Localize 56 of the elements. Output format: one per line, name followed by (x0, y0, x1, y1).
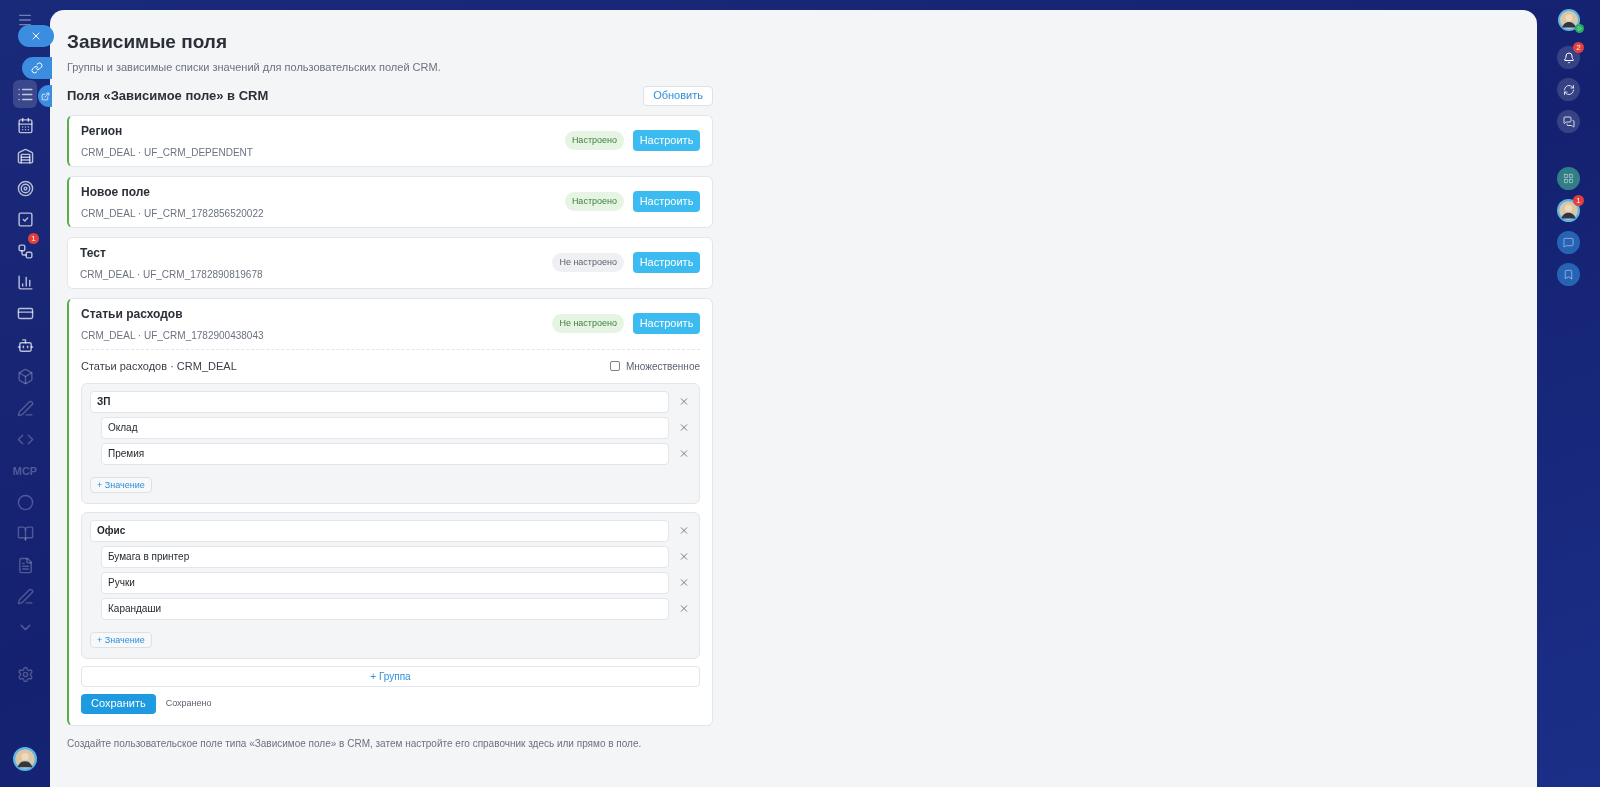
configure-button[interactable]: Настроить (633, 313, 700, 334)
multiple-label: Множественное (625, 359, 700, 374)
add-value-button[interactable]: + Значение (90, 477, 152, 494)
add-value-button[interactable]: + Значение (90, 632, 152, 649)
field-code: CRM_DEAL · UF_CRM_1782890819678 (80, 267, 264, 282)
configure-button[interactable]: Настроить (633, 252, 700, 273)
close-button[interactable] (18, 25, 54, 47)
field-code: CRM_DEAL · UF_CRM_1782900438043 (81, 328, 265, 343)
status-badge: Не настроено (552, 252, 624, 273)
external-link-icon (40, 91, 50, 101)
notification-badge: 2 (1573, 42, 1584, 53)
sync-icon[interactable] (1557, 78, 1580, 101)
status-badge: Не настроено (552, 313, 624, 334)
status-badge: Настроено (564, 130, 624, 151)
value-field[interactable]: Оклад (101, 416, 669, 439)
chat-exchange-icon[interactable] (1557, 110, 1580, 133)
save-button[interactable]: Сохранить (81, 693, 156, 714)
field-code: CRM_DEAL · UF_CRM_DEPENDENT (81, 145, 254, 160)
status-badge: Настроено (564, 191, 624, 212)
field-name: Регион (81, 122, 124, 140)
profile-avatar[interactable] (1557, 9, 1580, 31)
field-name: Статьи расходов (81, 305, 184, 323)
value-field[interactable]: Карандаши (101, 597, 669, 620)
footer-note: Создайте пользовательское поле типа «Зависимое поле» в CRM, затем настройте его справочник здесь или прямо в поле. (67, 736, 643, 751)
value-field[interactable]: Бумага в принтер (101, 545, 669, 568)
configure-button[interactable]: Настроить (633, 130, 700, 151)
page-title: Зависимые поля (67, 30, 228, 54)
group-name-field[interactable]: Офис (90, 519, 669, 542)
field-name: Новое поле (81, 183, 151, 201)
notifications-icon[interactable] (1557, 46, 1580, 69)
message-icon[interactable] (1557, 231, 1580, 254)
group-name-field[interactable]: ЗП (90, 390, 669, 413)
link-button[interactable] (22, 57, 52, 79)
save-status: Сохранено (165, 696, 212, 710)
editor-title: Статьи расходов · CRM_DEAL (81, 358, 237, 374)
field-name: Тест (80, 244, 107, 262)
contact-avatar[interactable] (1557, 199, 1580, 222)
value-field[interactable]: Премия (101, 442, 669, 465)
notification-badge: 1 (28, 233, 39, 245)
section-title: Поля «Зависимое поле» в CRM (67, 86, 269, 105)
page-subtitle: Группы и зависимые списки значений для пользовательских полей CRM. (67, 60, 442, 75)
link-icon (31, 62, 43, 74)
configure-button[interactable]: Настроить (633, 191, 700, 212)
external-link-button[interactable] (38, 85, 52, 107)
play-icon (1574, 24, 1584, 33)
refresh-button[interactable]: Обновить (643, 85, 713, 106)
list-icon[interactable] (13, 80, 37, 109)
close-icon (30, 30, 42, 42)
field-code: CRM_DEAL · UF_CRM_1782856520022 (81, 206, 265, 221)
user-avatar[interactable] (13, 747, 37, 771)
add-group-button[interactable]: + Группа (81, 665, 700, 687)
bookmark-icon[interactable] (1557, 263, 1580, 286)
grid-icon[interactable] (1557, 167, 1580, 190)
notification-badge: 1 (1573, 195, 1584, 206)
multiple-checkbox[interactable] (609, 361, 620, 371)
value-field[interactable]: Ручки (101, 571, 669, 594)
